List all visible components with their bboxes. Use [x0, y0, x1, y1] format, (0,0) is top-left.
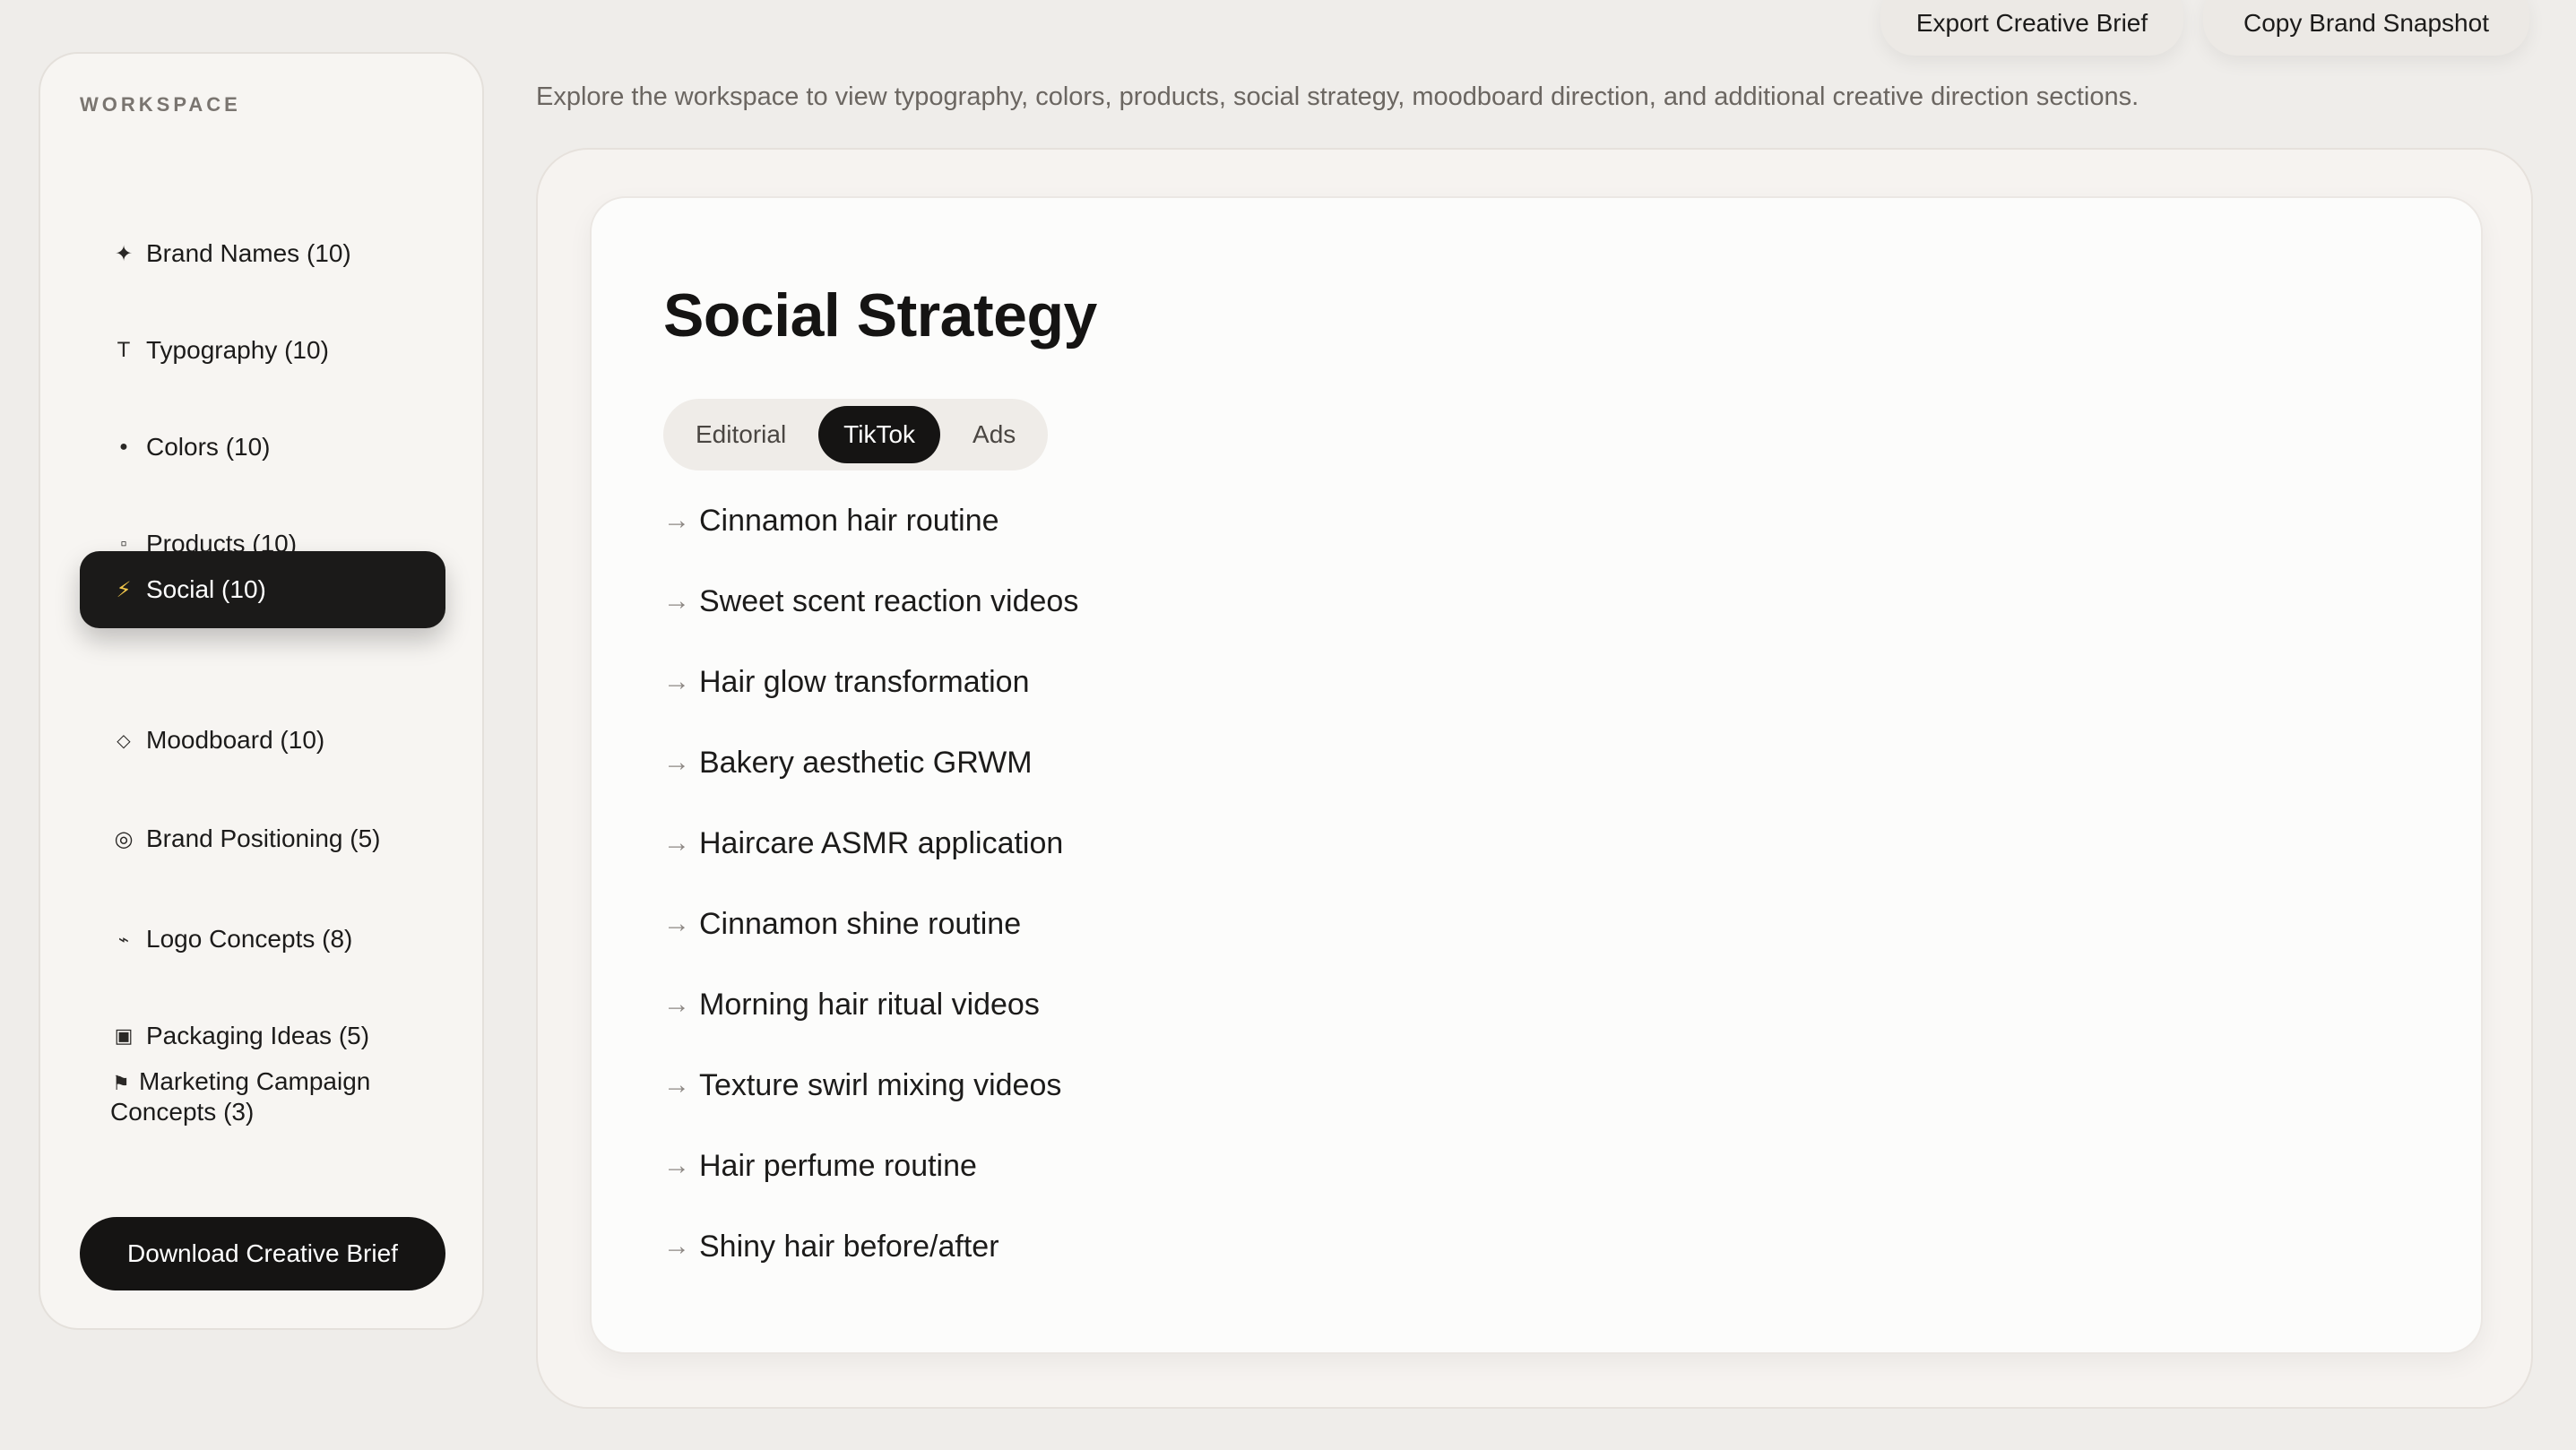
sidebar-item-label: Packaging Ideas (5) [146, 1022, 370, 1049]
tab-editorial[interactable]: Editorial [670, 406, 811, 463]
arrow-right-icon: → [663, 667, 690, 696]
sidebar-item-label: Moodboard (10) [146, 726, 325, 754]
idea-text: Hair glow transformation [699, 665, 1030, 699]
export-creative-brief-button[interactable]: Export Creative Brief [1880, 0, 2183, 56]
list-item: → Haircare ASMR application [663, 825, 1078, 906]
sidebar-item-logo-concepts[interactable]: ⌁ Logo Concepts (8) [80, 901, 445, 978]
sidebar-item-typography[interactable]: T Typography (10) [80, 312, 445, 389]
sidebar-item-label: Brand Names (10) [146, 239, 351, 267]
target-icon: ◎ [114, 826, 134, 851]
download-creative-brief-button[interactable]: Download Creative Brief [80, 1217, 445, 1290]
tab-ads[interactable]: Ads [947, 406, 1041, 463]
sidebar-item-colors[interactable]: ● Colors (10) [80, 409, 445, 486]
sidebar-item-label: Colors (10) [146, 433, 271, 461]
list-item: → Cinnamon shine routine [663, 906, 1078, 987]
diamond-icon: ◇ [117, 730, 131, 751]
arrow-right-icon: → [663, 747, 690, 777]
idea-text: Haircare ASMR application [699, 826, 1064, 860]
arrow-right-icon: → [663, 989, 690, 1019]
dot-icon: ● [119, 439, 128, 454]
arrow-right-icon: → [663, 1070, 690, 1100]
idea-text: Cinnamon shine routine [699, 907, 1022, 941]
sidebar-item-brand-positioning[interactable]: ◎ Brand Positioning (5) [80, 800, 445, 877]
list-item: → Morning hair ritual videos [663, 987, 1078, 1067]
box-icon: ▣ [114, 1024, 134, 1047]
list-item: → Hair perfume routine [663, 1148, 1078, 1229]
main-panel: Social Strategy Editorial TikTok Ads → Ci… [536, 148, 2533, 1409]
arrow-right-icon: → [663, 586, 690, 616]
sidebar-item-social[interactable]: ⚡ Social (10) [80, 551, 445, 628]
typography-icon: T [117, 338, 131, 362]
squiggle-icon: ⌁ [117, 929, 130, 950]
arrow-right-icon: → [663, 909, 690, 938]
platform-tabs: Editorial TikTok Ads [663, 399, 1049, 470]
list-item: → Shiny hair before/after [663, 1229, 1078, 1309]
arrow-right-icon: → [663, 828, 690, 858]
sidebar-item-label: Social (10) [146, 575, 266, 603]
top-actions: Export Creative Brief Copy Brand Snapsho… [1880, 0, 2529, 56]
list-item: → Bakery aesthetic GRWM [663, 745, 1078, 825]
list-item: → Texture swirl mixing videos [663, 1067, 1078, 1148]
sidebar-item-moodboard[interactable]: ◇ Moodboard (10) [80, 702, 445, 779]
sidebar-item-label: Logo Concepts (8) [146, 925, 353, 953]
lightning-icon: ⚡ [116, 577, 132, 602]
sidebar-item-marketing-campaign-concepts[interactable]: ⚑ Marketing Campaign Concepts (3) [80, 1067, 445, 1148]
flag-icon: ⚑ [112, 1072, 130, 1094]
arrow-right-icon: → [663, 505, 690, 535]
list-item: → Sweet scent reaction videos [663, 583, 1078, 664]
social-strategy-card: Social Strategy Editorial TikTok Ads → Ci… [590, 196, 2483, 1354]
social-ideas-list: → Cinnamon hair routine → Sweet scent reac… [663, 503, 1078, 1309]
idea-text: Morning hair ritual videos [699, 988, 1040, 1022]
tab-tiktok[interactable]: TikTok [818, 406, 941, 463]
sidebar-item-label: Brand Positioning (5) [146, 824, 381, 852]
sidebar-item-packaging-ideas[interactable]: ▣ Packaging Ideas (5) [80, 997, 445, 1075]
sidebar: WORKSPACE ✦ Brand Names (10) T Typograph… [39, 52, 484, 1330]
arrow-right-icon: → [663, 1231, 690, 1261]
idea-text: Bakery aesthetic GRWM [699, 746, 1033, 780]
idea-text: Cinnamon hair routine [699, 504, 999, 538]
idea-text: Sweet scent reaction videos [699, 584, 1079, 618]
list-item: → Cinnamon hair routine [663, 503, 1078, 583]
sidebar-item-brand-names[interactable]: ✦ Brand Names (10) [80, 215, 445, 292]
section-title: Social Strategy [663, 281, 1097, 350]
sparkle-icon: ✦ [114, 241, 134, 266]
sidebar-heading: WORKSPACE [80, 93, 241, 116]
sidebar-item-label: Typography (10) [146, 336, 329, 364]
idea-text: Hair perfume routine [699, 1149, 977, 1183]
list-item: → Hair glow transformation [663, 664, 1078, 745]
intro-text: Explore the workspace to view typography… [536, 82, 2139, 111]
copy-brand-snapshot-button[interactable]: Copy Brand Snapshot [2203, 0, 2529, 56]
idea-text: Texture swirl mixing videos [699, 1068, 1062, 1102]
arrow-right-icon: → [663, 1151, 690, 1180]
sidebar-item-label: Marketing Campaign Concepts (3) [110, 1067, 371, 1126]
idea-text: Shiny hair before/after [699, 1230, 999, 1264]
